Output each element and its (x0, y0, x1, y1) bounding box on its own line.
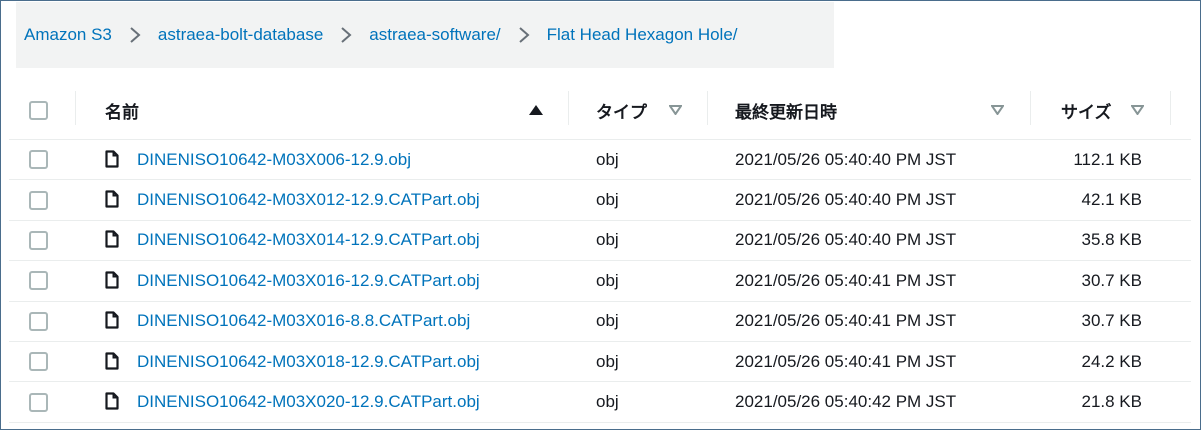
object-size: 112.1 KB (1073, 149, 1142, 169)
breadcrumb-item-folder-software[interactable]: astraea-software/ (369, 25, 500, 45)
chevron-right-icon (501, 20, 547, 50)
objects-table: 名前 タイプ 最終更新日時 サイズ DINENISO10642-M03X006-… (9, 81, 1191, 423)
column-header-modified-label: 最終更新日時 (735, 102, 837, 122)
row-checkbox-cell (29, 302, 48, 341)
s3-object-browser: Amazon S3 astraea-bolt-database astraea-… (0, 0, 1201, 430)
row-checkbox[interactable] (29, 311, 48, 331)
column-header-modified[interactable]: 最終更新日時 (735, 81, 837, 139)
object-modified: 2021/05/26 05:40:41 PM JST (735, 351, 957, 371)
file-icon (105, 392, 123, 412)
row-checkbox-cell (29, 382, 48, 421)
row-checkbox[interactable] (29, 230, 48, 250)
breadcrumb-item-amazon-s3[interactable]: Amazon S3 (24, 25, 112, 45)
row-checkbox-cell (29, 180, 48, 219)
column-header-name-label: 名前 (105, 102, 139, 122)
object-name-link[interactable]: DINENISO10642-M03X012-12.9.CATPart.obj (137, 190, 480, 210)
object-name-cell: DINENISO10642-M03X014-12.9.CATPart.obj (105, 221, 480, 260)
select-all-checkbox-cell (29, 81, 48, 139)
row-checkbox-cell (29, 342, 48, 381)
table-row[interactable]: DINENISO10642-M03X014-12.9.CATPart.obj o… (9, 221, 1191, 262)
object-size: 30.7 KB (1081, 270, 1143, 290)
triangle-up-icon[interactable] (529, 81, 543, 139)
object-modified: 2021/05/26 05:40:41 PM JST (735, 311, 957, 331)
object-type: obj (596, 230, 619, 250)
object-name-cell: DINENISO10642-M03X016-8.8.CATPart.obj (105, 302, 470, 341)
column-header-name[interactable]: 名前 (105, 81, 139, 139)
breadcrumb: Amazon S3 astraea-bolt-database astraea-… (16, 2, 834, 68)
object-type: obj (596, 149, 619, 169)
table-header: 名前 タイプ 最終更新日時 サイズ (9, 81, 1191, 140)
object-name-cell: DINENISO10642-M03X006-12.9.obj (105, 140, 411, 179)
object-name-cell: DINENISO10642-M03X016-12.9.CATPart.obj (105, 261, 480, 300)
file-icon (105, 190, 123, 210)
object-modified: 2021/05/26 05:40:40 PM JST (735, 149, 957, 169)
object-size: 42.1 KB (1081, 190, 1143, 210)
object-modified: 2021/05/26 05:40:40 PM JST (735, 190, 957, 210)
object-name-link[interactable]: DINENISO10642-M03X016-8.8.CATPart.obj (137, 311, 470, 331)
column-header-size[interactable]: サイズ (1061, 81, 1112, 139)
object-type: obj (596, 351, 619, 371)
column-divider (1170, 91, 1171, 125)
row-checkbox[interactable] (29, 190, 48, 210)
table-row[interactable]: DINENISO10642-M03X012-12.9.CATPart.obj o… (9, 180, 1191, 221)
object-type: obj (596, 392, 619, 412)
object-size: 30.7 KB (1081, 311, 1143, 331)
row-checkbox-cell (29, 221, 48, 260)
object-name-link[interactable]: DINENISO10642-M03X018-12.9.CATPart.obj (137, 352, 480, 372)
row-checkbox[interactable] (29, 150, 48, 170)
object-type: obj (596, 190, 619, 210)
column-header-type[interactable]: タイプ (596, 81, 647, 139)
table-row[interactable]: DINENISO10642-M03X020-12.9.CATPart.obj o… (9, 382, 1191, 423)
object-name-link[interactable]: DINENISO10642-M03X014-12.9.CATPart.obj (137, 230, 480, 250)
file-icon (105, 150, 123, 170)
file-icon (105, 230, 123, 250)
breadcrumb-item-bucket[interactable]: astraea-bolt-database (158, 25, 323, 45)
triangle-down-icon[interactable] (669, 81, 682, 139)
object-modified: 2021/05/26 05:40:41 PM JST (735, 270, 957, 290)
object-modified: 2021/05/26 05:40:40 PM JST (735, 230, 957, 250)
row-checkbox-cell (29, 261, 48, 300)
object-size: 21.8 KB (1081, 392, 1143, 412)
table-row[interactable]: DINENISO10642-M03X018-12.9.CATPart.obj o… (9, 342, 1191, 383)
row-checkbox[interactable] (29, 352, 48, 372)
object-type: obj (596, 270, 619, 290)
file-icon (105, 271, 123, 291)
row-checkbox[interactable] (29, 392, 48, 412)
table-row[interactable]: DINENISO10642-M03X006-12.9.obj obj 2021/… (9, 140, 1191, 181)
table-row[interactable]: DINENISO10642-M03X016-8.8.CATPart.obj ob… (9, 302, 1191, 342)
column-header-type-label: タイプ (596, 102, 647, 122)
column-divider (75, 91, 76, 125)
breadcrumb-item-folder-current[interactable]: Flat Head Hexagon Hole/ (547, 25, 738, 45)
file-icon (105, 352, 123, 372)
chevron-right-icon (112, 20, 158, 50)
object-name-cell: DINENISO10642-M03X012-12.9.CATPart.obj (105, 180, 480, 219)
triangle-down-icon[interactable] (991, 81, 1004, 139)
object-type: obj (596, 311, 619, 331)
table-body: DINENISO10642-M03X006-12.9.obj obj 2021/… (9, 140, 1191, 423)
object-name-link[interactable]: DINENISO10642-M03X006-12.9.obj (137, 150, 411, 170)
object-name-cell: DINENISO10642-M03X018-12.9.CATPart.obj (105, 342, 480, 381)
column-divider (568, 91, 569, 125)
object-name-link[interactable]: DINENISO10642-M03X016-12.9.CATPart.obj (137, 271, 480, 291)
object-name-link[interactable]: DINENISO10642-M03X020-12.9.CATPart.obj (137, 392, 480, 412)
object-size: 24.2 KB (1081, 351, 1143, 371)
object-size: 35.8 KB (1081, 230, 1143, 250)
row-checkbox[interactable] (29, 271, 48, 291)
chevron-right-icon (323, 20, 369, 50)
column-divider (707, 91, 708, 125)
object-name-cell: DINENISO10642-M03X020-12.9.CATPart.obj (105, 382, 480, 421)
column-divider (1030, 91, 1031, 125)
file-icon (105, 311, 123, 331)
row-checkbox-cell (29, 140, 48, 179)
object-modified: 2021/05/26 05:40:42 PM JST (735, 392, 957, 412)
table-row[interactable]: DINENISO10642-M03X016-12.9.CATPart.obj o… (9, 261, 1191, 302)
triangle-down-icon[interactable] (1131, 81, 1144, 139)
column-header-size-label: サイズ (1061, 102, 1112, 122)
select-all-checkbox[interactable] (29, 100, 48, 120)
